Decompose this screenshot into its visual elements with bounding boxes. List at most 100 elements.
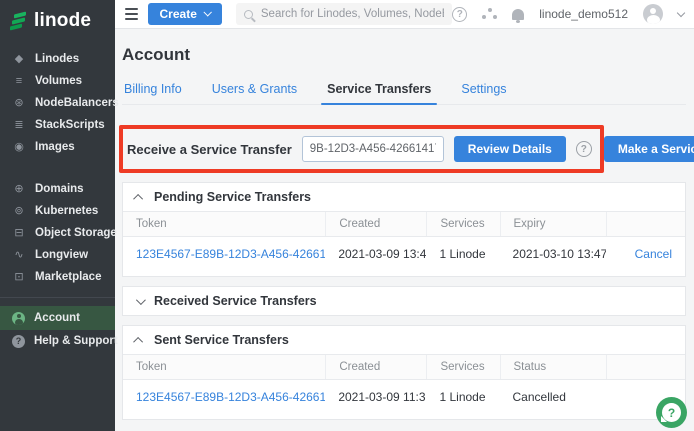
column-header-actions bbox=[606, 355, 685, 379]
tab-users-grants[interactable]: Users & Grants bbox=[210, 78, 299, 104]
object-storage-icon: ⊟ bbox=[12, 228, 26, 239]
panel-title: Sent Service Transfers bbox=[154, 333, 289, 347]
sidebar-item-label: Object Storage bbox=[35, 227, 117, 239]
sidebar-item-label: Images bbox=[35, 141, 75, 153]
collapse-icon bbox=[133, 193, 143, 203]
column-header-expiry: Expiry bbox=[500, 212, 607, 236]
received-panel-header[interactable]: Received Service Transfers bbox=[123, 287, 685, 315]
review-details-button[interactable]: Review Details bbox=[454, 136, 566, 162]
sidebar-item-kubernetes[interactable]: ⊚ Kubernetes bbox=[0, 200, 115, 222]
question-icon: ? bbox=[452, 7, 467, 22]
sidebar-item-label: Volumes bbox=[35, 75, 82, 87]
sidebar-item-label: Domains bbox=[35, 183, 84, 195]
create-button[interactable]: Create bbox=[148, 3, 222, 25]
search-input[interactable] bbox=[261, 8, 444, 20]
chevron-down-icon[interactable] bbox=[677, 8, 685, 16]
received-transfers-panel: Received Service Transfers bbox=[122, 286, 686, 316]
tab-service-transfers[interactable]: Service Transfers bbox=[325, 78, 433, 104]
sent-transfers-table: Token Created Services Status 123E4567-E… bbox=[123, 354, 685, 419]
sidebar-item-marketplace[interactable]: ⊡ Marketplace bbox=[0, 266, 115, 288]
sidebar-divider bbox=[0, 297, 115, 298]
panel-title: Received Service Transfers bbox=[154, 294, 317, 308]
sidebar-item-volumes[interactable]: ≡ Volumes bbox=[0, 70, 115, 92]
linode-icon: ◆ bbox=[12, 54, 26, 65]
sidebar-item-object-storage[interactable]: ⊟ Object Storage bbox=[0, 222, 115, 244]
receive-transfer-label: Receive a Service Transfer bbox=[127, 142, 292, 157]
tab-billing-info[interactable]: Billing Info bbox=[122, 78, 184, 104]
sidebar-item-label: StackScripts bbox=[35, 119, 105, 131]
column-header-services: Services bbox=[426, 355, 499, 379]
tab-bar: Billing Info Users & Grants Service Tran… bbox=[122, 78, 686, 105]
help-icon: ? bbox=[12, 335, 25, 348]
table-header-row: Token Created Services Status bbox=[123, 354, 685, 380]
page-title: Account bbox=[122, 45, 686, 65]
receive-help-icon[interactable]: ? bbox=[576, 141, 592, 157]
sent-panel-header[interactable]: Sent Service Transfers bbox=[123, 326, 685, 354]
collapse-icon bbox=[133, 336, 143, 346]
chevron-down-icon bbox=[203, 8, 211, 16]
transfer-actions-row: Receive a Service Transfer Review Detail… bbox=[122, 126, 686, 172]
sidebar-item-account[interactable]: Account bbox=[0, 306, 115, 330]
sidebar-item-label: Marketplace bbox=[35, 271, 101, 283]
create-button-label: Create bbox=[160, 7, 197, 21]
table-row: 123E4567-E89B-12D3-A456-426614174000 202… bbox=[123, 237, 685, 270]
sidebar-item-label: Help & Support bbox=[34, 335, 118, 347]
sidebar-item-images[interactable]: ◉ Images bbox=[0, 136, 115, 158]
panel-title: Pending Service Transfers bbox=[154, 190, 311, 204]
column-header-created: Created bbox=[325, 212, 426, 236]
username[interactable]: linode_demo512 bbox=[539, 7, 628, 21]
volumes-icon: ≡ bbox=[12, 76, 26, 87]
help-chat-button[interactable]: ? bbox=[656, 397, 687, 428]
community-icon bbox=[482, 8, 497, 20]
created-cell: 2021-03-09 11:33 bbox=[325, 390, 426, 404]
menu-icon[interactable] bbox=[125, 8, 138, 20]
sidebar-nav: ◆ Linodes ≡ Volumes ⊛ NodeBalancers ≣ St… bbox=[0, 40, 115, 352]
sidebar-item-label: Longview bbox=[35, 249, 88, 261]
column-header-token: Token bbox=[123, 361, 325, 373]
table-row: 123E4567-E89B-12D3-A456-426614174001 202… bbox=[123, 380, 685, 413]
sidebar-item-stackscripts[interactable]: ≣ StackScripts bbox=[0, 114, 115, 136]
pending-panel-header[interactable]: Pending Service Transfers bbox=[123, 183, 685, 211]
notifications-button[interactable] bbox=[512, 9, 524, 20]
sent-transfers-panel: Sent Service Transfers Token Created Ser… bbox=[122, 325, 686, 420]
sidebar-item-longview[interactable]: ∿ Longview bbox=[0, 244, 115, 266]
sidebar-item-help-support[interactable]: ? Help & Support bbox=[0, 330, 115, 352]
column-header-created: Created bbox=[325, 355, 426, 379]
token-link[interactable]: 123E4567-E89B-12D3-A456-426614174000 bbox=[136, 247, 325, 261]
account-icon bbox=[12, 312, 25, 325]
search-bar[interactable] bbox=[236, 3, 452, 25]
question-bubble-icon: ? bbox=[662, 403, 681, 422]
sidebar: linode ◆ Linodes ≡ Volumes ⊛ NodeBalance… bbox=[0, 0, 115, 431]
column-header-actions bbox=[606, 212, 685, 236]
pending-transfers-panel: Pending Service Transfers Token Created … bbox=[122, 182, 686, 277]
cancel-link[interactable]: Cancel bbox=[635, 247, 672, 261]
sidebar-item-label: NodeBalancers bbox=[35, 97, 119, 109]
longview-icon: ∿ bbox=[12, 250, 26, 261]
status-cell: Cancelled bbox=[500, 390, 607, 404]
sidebar-item-label: Linodes bbox=[35, 53, 79, 65]
token-link[interactable]: 123E4567-E89B-12D3-A456-426614174001 bbox=[136, 390, 325, 404]
expand-icon bbox=[136, 295, 146, 305]
sidebar-item-label: Account bbox=[34, 312, 80, 324]
make-transfer-button[interactable]: Make a Service Transfer bbox=[604, 136, 694, 162]
table-header-row: Token Created Services Expiry bbox=[123, 211, 685, 237]
pending-transfers-table: Token Created Services Expiry 123E4567-E… bbox=[123, 211, 685, 276]
domains-icon: ⊕ bbox=[12, 184, 26, 195]
linode-logo[interactable]: linode bbox=[0, 0, 115, 40]
services-cell: 1 Linode bbox=[426, 390, 499, 404]
column-header-token: Token bbox=[123, 218, 325, 230]
column-header-services: Services bbox=[426, 212, 499, 236]
marketplace-icon: ⊡ bbox=[12, 272, 26, 283]
sidebar-item-nodebalancers[interactable]: ⊛ NodeBalancers bbox=[0, 92, 115, 114]
sidebar-item-linodes[interactable]: ◆ Linodes bbox=[0, 48, 115, 70]
receive-transfer-group: Receive a Service Transfer Review Detail… bbox=[122, 126, 604, 172]
help-button[interactable]: ? bbox=[452, 7, 467, 22]
tab-settings[interactable]: Settings bbox=[459, 78, 508, 104]
community-button[interactable] bbox=[482, 8, 497, 20]
main-content: Account Billing Info Users & Grants Serv… bbox=[115, 29, 694, 431]
sidebar-item-domains[interactable]: ⊕ Domains bbox=[0, 178, 115, 200]
created-cell: 2021-03-09 13:47 bbox=[325, 247, 426, 261]
avatar[interactable] bbox=[643, 4, 663, 24]
topbar-actions: ? linode_demo512 bbox=[452, 4, 684, 24]
transfer-token-input[interactable] bbox=[302, 136, 444, 162]
